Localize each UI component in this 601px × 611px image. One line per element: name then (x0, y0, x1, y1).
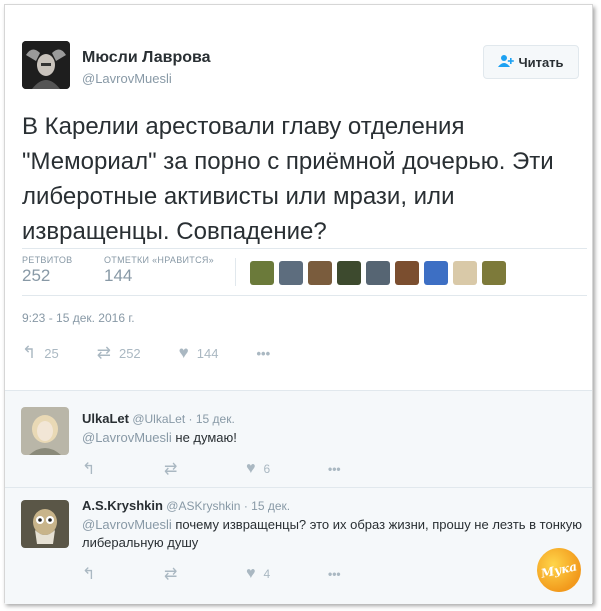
more-icon: ••• (256, 345, 271, 361)
heart-icon: ♥ (178, 343, 189, 362)
replies-section: UlkaLet @UlkaLet · 15 дек. @LavrovMuesli… (5, 390, 592, 604)
reply-button[interactable]: ↰ 25 (22, 343, 59, 363)
reply-avatar[interactable] (21, 500, 69, 548)
reply-mention[interactable]: @LavrovMuesli (82, 517, 172, 532)
reply-icon: ↰ (22, 343, 37, 362)
like-button[interactable]: ♥ 144 (179, 343, 219, 363)
reply-header: UlkaLet @UlkaLet · 15 дек. (82, 411, 235, 426)
follow-label: Читать (518, 54, 564, 70)
reply-icon: ↰ (82, 461, 96, 478)
reply-button[interactable]: ↰ (82, 564, 164, 584)
reply-body: не думаю! (171, 430, 237, 445)
reply-actions: ↰ ⇄ ♥ 4 ••• (82, 564, 410, 584)
retweets-count: 252 (22, 266, 51, 285)
more-button[interactable]: ••• (256, 346, 270, 361)
reply-author-name[interactable]: UlkaLet (82, 411, 129, 426)
likers-avatars (250, 261, 506, 285)
retweet-button[interactable]: ⇄ (164, 459, 246, 479)
retweet-icon: ⇄ (164, 461, 178, 478)
like-button[interactable]: ♥ 6 (246, 460, 328, 478)
reply-avatar[interactable] (21, 407, 69, 455)
divider (22, 248, 587, 249)
retweets-label: РЕТВИТОВ (22, 255, 73, 265)
retweet-count: 252 (118, 345, 141, 361)
like-count: 6 (263, 462, 271, 476)
more-button[interactable]: ••• (328, 567, 410, 581)
retweet-button[interactable]: ⇄ 252 (97, 343, 141, 363)
reply-text: @LavrovMuesli не думаю! (82, 429, 582, 447)
heart-icon: ♥ (246, 460, 256, 477)
divider (22, 295, 587, 296)
retweet-button[interactable]: ⇄ (164, 564, 246, 584)
liker-avatar[interactable] (395, 261, 419, 285)
tweet-text: В Карелии арестовали главу отделения "Ме… (22, 113, 554, 245)
heart-icon: ♥ (246, 565, 256, 582)
author-handle[interactable]: @LavrovMuesli (82, 71, 172, 86)
reply-item[interactable]: A.S.Kryshkin @ASKryshkin · 15 дек. @Lavr… (5, 488, 592, 605)
reply-header: A.S.Kryshkin @ASKryshkin · 15 дек. (82, 498, 290, 513)
reply-button[interactable]: ↰ (82, 459, 164, 479)
liker-avatar[interactable] (424, 261, 448, 285)
likes-label: ОТМЕТКИ «НРАВИТСЯ» (104, 255, 214, 265)
likes-count: 144 (104, 266, 133, 285)
reply-author-handle[interactable]: @UlkaLet (132, 412, 185, 426)
divider (235, 258, 236, 286)
tweet-actions: ↰ 25 ⇄ 252 ♥ 144 ••• (22, 343, 308, 363)
reply-author-name[interactable]: A.S.Kryshkin (82, 498, 163, 513)
liker-avatar[interactable] (482, 261, 506, 285)
retweet-icon: ⇄ (96, 343, 111, 362)
main-tweet: Мюсли Лаврова @LavrovMuesli Читать В Кар… (5, 5, 592, 390)
reply-actions: ↰ ⇄ ♥ 6 ••• (82, 459, 410, 479)
liker-avatar[interactable] (250, 261, 274, 285)
reply-item[interactable]: UlkaLet @UlkaLet · 15 дек. @LavrovMuesli… (5, 391, 592, 488)
tweet-card: Мюсли Лаврова @LavrovMuesli Читать В Кар… (4, 4, 593, 604)
like-count: 4 (263, 567, 271, 581)
reply-count: 25 (44, 345, 59, 361)
follow-button[interactable]: Читать (483, 45, 579, 79)
tweet-timestamp[interactable]: 9:23 - 15 дек. 2016 г. (22, 311, 135, 325)
retweets-stat[interactable]: РЕТВИТОВ 252 (22, 255, 72, 286)
liker-avatar[interactable] (366, 261, 390, 285)
author-name[interactable]: Мюсли Лаврова (82, 49, 211, 67)
likes-stat[interactable]: ОТМЕТКИ «НРАВИТСЯ» 144 (104, 255, 214, 286)
reply-date[interactable]: · 15 дек. (189, 412, 235, 426)
like-count: 144 (196, 345, 219, 361)
like-button[interactable]: ♥ 4 (246, 565, 328, 583)
liker-avatar[interactable] (337, 261, 361, 285)
more-icon: ••• (328, 567, 341, 581)
reply-author-handle[interactable]: @ASKryshkin (166, 499, 240, 513)
more-button[interactable]: ••• (328, 462, 410, 476)
reply-icon: ↰ (82, 566, 96, 583)
liker-avatar[interactable] (453, 261, 477, 285)
liker-avatar[interactable] (279, 261, 303, 285)
reply-date[interactable]: · 15 дек. (244, 499, 290, 513)
liker-avatar[interactable] (308, 261, 332, 285)
author-avatar[interactable] (22, 41, 70, 89)
more-icon: ••• (328, 462, 341, 476)
retweet-icon: ⇄ (164, 566, 178, 583)
reply-text: @LavrovMuesli почему извращенцы? это их … (82, 516, 587, 552)
add-user-icon (498, 54, 515, 70)
reply-mention[interactable]: @LavrovMuesli (82, 430, 172, 445)
